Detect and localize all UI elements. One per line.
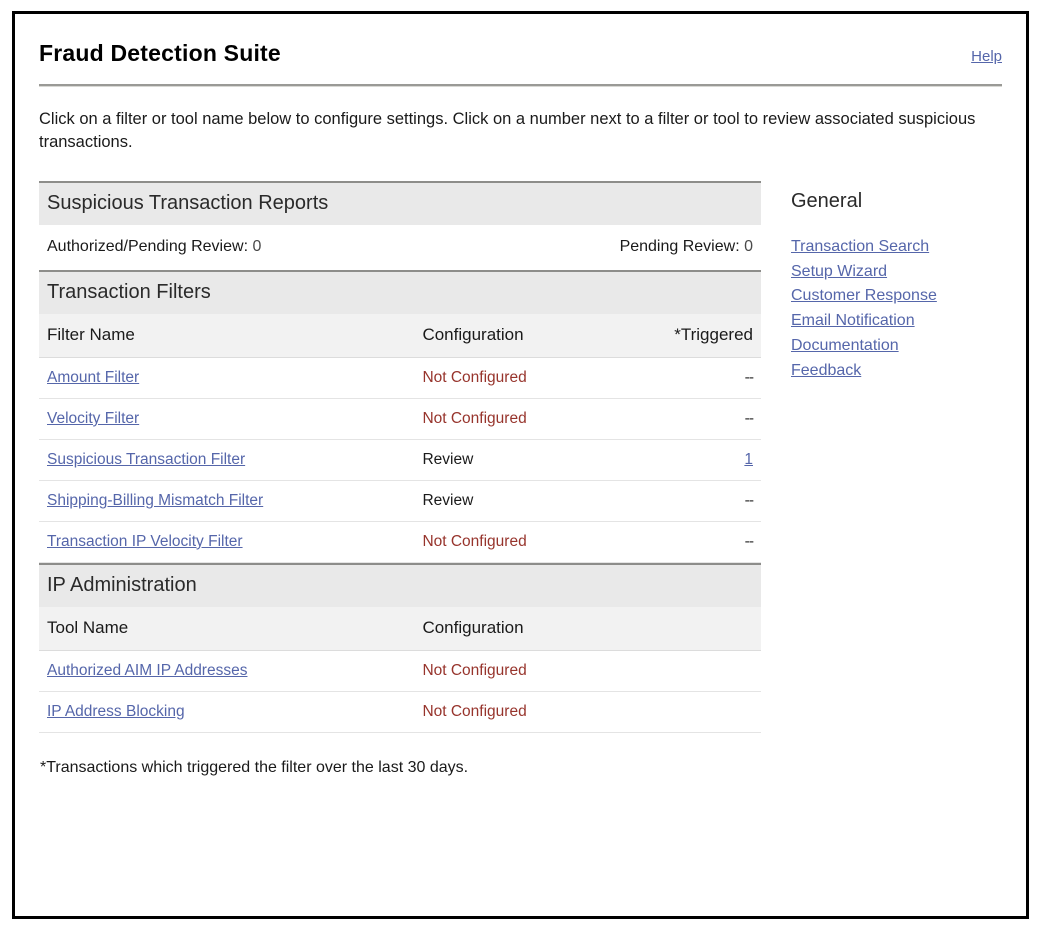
sidebar: General Transaction Search Setup Wizard Cu…	[791, 181, 1026, 384]
configuration-status: Not Configured	[422, 409, 527, 427]
filter-configuration-cell: Review	[414, 480, 632, 522]
authorized-pending-review-value: 0	[252, 237, 262, 255]
tool-configuration-cell: Not Configured	[414, 691, 761, 733]
configuration-status: Not Configured	[422, 702, 527, 720]
page-header: Fraud Detection Suite Help	[39, 14, 1002, 67]
tool-name-cell: IP Address Blocking	[39, 691, 415, 733]
column-header-configuration: Configuration	[414, 313, 632, 358]
filter-name-cell: Velocity Filter	[39, 398, 415, 440]
column-header-filter-name: Filter Name	[39, 313, 415, 358]
fraud-detection-panel: Fraud Detection Suite Help Click on a fi…	[12, 11, 1029, 919]
tool-name-cell: Authorized AIM IP Addresses	[39, 650, 415, 692]
footnote-text: *Transactions which triggered the filter…	[40, 758, 469, 776]
table-row: Velocity Filter Not Configured --	[39, 398, 761, 440]
filter-configuration-cell: Not Configured	[414, 357, 632, 399]
table-row: Transaction IP Velocity Filter Not Config…	[39, 521, 761, 563]
section-header-ip-administration: IP Administration	[39, 562, 761, 607]
filter-link-amount-filter[interactable]: Amount Filter	[47, 369, 139, 386]
ip-administration-table: Tool Name Configuration Authorized AIM I…	[39, 606, 761, 733]
filter-link-shipping-billing-mismatch-filter[interactable]: Shipping-Billing Mismatch Filter	[47, 492, 263, 509]
authorized-pending-review-label: Authorized/Pending Review:	[47, 237, 249, 255]
triggered-count: --	[744, 409, 754, 427]
title-divider	[39, 84, 1002, 87]
sidebar-link-email-notification[interactable]: Email Notification	[791, 309, 915, 334]
configuration-status: Not Configured	[422, 661, 527, 679]
reports-summary-row: Authorized/Pending Review: 0 Pending Rev…	[39, 225, 761, 270]
authorized-pending-review: Authorized/Pending Review: 0	[47, 238, 261, 256]
sidebar-link-setup-wizard[interactable]: Setup Wizard	[791, 260, 887, 285]
filter-name-cell: Amount Filter	[39, 357, 415, 399]
table-row: Suspicious Transaction Filter Review 1	[39, 439, 761, 481]
tool-configuration-cell: Not Configured	[414, 650, 761, 692]
sidebar-link-customer-response[interactable]: Customer Response	[791, 284, 937, 309]
main-column: Suspicious Transaction Reports Authorize…	[39, 180, 761, 777]
sidebar-title: General	[791, 189, 863, 212]
triggered-count-link[interactable]: 1	[744, 451, 753, 468]
tool-link-authorized-aim-ip-addresses[interactable]: Authorized AIM IP Addresses	[47, 662, 247, 679]
sidebar-link-transaction-search[interactable]: Transaction Search	[791, 235, 929, 260]
filter-link-velocity-filter[interactable]: Velocity Filter	[47, 410, 139, 427]
configuration-status: Not Configured	[422, 368, 527, 386]
filter-configuration-cell: Review	[414, 439, 632, 481]
column-header-ip-configuration: Configuration	[414, 606, 761, 651]
tool-link-ip-address-blocking[interactable]: IP Address Blocking	[47, 703, 185, 720]
table-row: Amount Filter Not Configured --	[39, 357, 761, 399]
filter-name-cell: Shipping-Billing Mismatch Filter	[39, 480, 415, 522]
sidebar-link-feedback[interactable]: Feedback	[791, 359, 861, 384]
table-row: Shipping-Billing Mismatch Filter Review --	[39, 480, 761, 522]
table-row: Authorized AIM IP Addresses Not Configure…	[39, 650, 761, 692]
transaction-filters-table: Filter Name Configuration *Triggered Amo…	[39, 313, 761, 563]
configuration-status: Review	[422, 450, 474, 468]
table-row: IP Address Blocking Not Configured	[39, 691, 761, 733]
filter-triggered-cell: --	[631, 480, 761, 522]
help-link[interactable]: Help	[971, 48, 1002, 65]
sidebar-link-documentation[interactable]: Documentation	[791, 334, 899, 359]
filter-configuration-cell: Not Configured	[414, 521, 632, 563]
configuration-status: Not Configured	[422, 532, 527, 550]
filter-name-cell: Suspicious Transaction Filter	[39, 439, 415, 481]
ip-administration-header-row: Tool Name Configuration	[39, 606, 761, 651]
section-header-reports: Suspicious Transaction Reports	[39, 180, 761, 225]
filter-link-suspicious-transaction-filter[interactable]: Suspicious Transaction Filter	[47, 451, 245, 468]
transaction-filters-header-row: Filter Name Configuration *Triggered	[39, 313, 761, 358]
filter-triggered-cell: --	[631, 521, 761, 563]
intro-text: Click on a filter or tool name below to …	[39, 110, 976, 152]
configuration-status: Review	[422, 491, 474, 509]
filter-triggered-cell: --	[631, 398, 761, 440]
column-header-triggered: *Triggered	[631, 313, 761, 358]
page-title: Fraud Detection Suite	[39, 40, 281, 66]
filter-triggered-cell: --	[631, 357, 761, 399]
section-header-transaction-filters: Transaction Filters	[39, 269, 761, 314]
triggered-count: --	[744, 491, 754, 509]
filter-link-transaction-ip-velocity-filter[interactable]: Transaction IP Velocity Filter	[47, 533, 243, 550]
sidebar-link-list: Transaction Search Setup Wizard Customer R…	[791, 235, 1026, 384]
filter-name-cell: Transaction IP Velocity Filter	[39, 521, 415, 563]
pending-review: Pending Review: 0	[620, 238, 753, 256]
filter-configuration-cell: Not Configured	[414, 398, 632, 440]
pending-review-value: 0	[744, 237, 753, 255]
filter-triggered-cell: 1	[631, 439, 761, 481]
content-split: Suspicious Transaction Reports Authorize…	[39, 180, 1002, 777]
pending-review-label: Pending Review:	[619, 237, 740, 255]
triggered-count: --	[744, 532, 754, 550]
column-header-tool-name: Tool Name	[39, 606, 415, 651]
triggered-count: --	[744, 368, 754, 386]
